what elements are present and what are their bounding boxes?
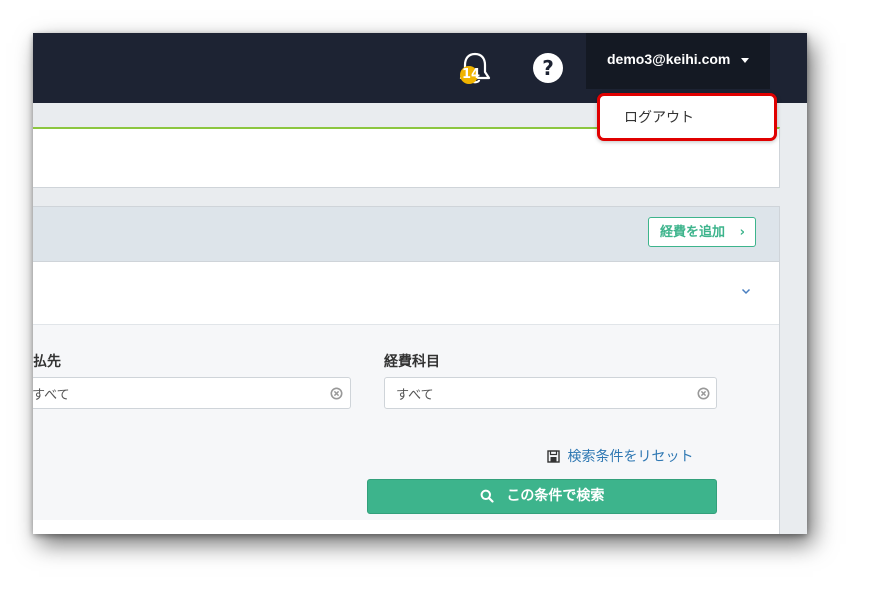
save-icon bbox=[547, 450, 560, 463]
search-icon bbox=[480, 489, 494, 503]
user-dropdown-menu: ログアウト bbox=[597, 93, 777, 141]
search-button-label: この条件で検索 bbox=[506, 488, 605, 504]
add-expense-button[interactable]: 経費を追加 › bbox=[648, 217, 756, 247]
expense-panel: 経費を追加 › 払先 すべて 経費科目 すべて 検索条件をリセット この条件で検… bbox=[33, 206, 780, 534]
question-icon: ? bbox=[542, 56, 554, 80]
caret-down-icon bbox=[741, 58, 749, 63]
chevron-right-icon: › bbox=[739, 225, 745, 240]
category-value: すべて bbox=[396, 388, 434, 403]
chevron-down-icon[interactable] bbox=[741, 286, 751, 296]
results-area bbox=[33, 520, 779, 534]
payee-value: すべて bbox=[33, 388, 70, 403]
category-label: 経費科目 bbox=[384, 354, 440, 370]
search-filters: 払先 すべて 経費科目 すべて 検索条件をリセット この条件で検索 bbox=[33, 325, 779, 521]
filter-toggle-row[interactable] bbox=[33, 262, 779, 325]
notification-count: 14 bbox=[462, 67, 481, 82]
expense-panel-header: 経費を追加 › bbox=[33, 207, 779, 262]
category-select[interactable]: すべて bbox=[384, 377, 717, 409]
notification-count-badge[interactable]: 14 bbox=[460, 66, 481, 84]
help-button[interactable]: ? bbox=[533, 53, 563, 83]
search-button[interactable]: この条件で検索 bbox=[367, 479, 717, 514]
payee-select[interactable]: すべて bbox=[33, 377, 351, 409]
user-email: demo3@keihi.com bbox=[607, 51, 731, 67]
payee-label: 払先 bbox=[33, 354, 61, 370]
clear-icon[interactable] bbox=[330, 387, 343, 400]
user-menu-toggle[interactable]: demo3@keihi.com bbox=[586, 33, 770, 89]
clear-icon[interactable] bbox=[697, 387, 710, 400]
reset-filters-label: 検索条件をリセット bbox=[567, 449, 694, 465]
reset-filters-link[interactable]: 検索条件をリセット bbox=[547, 446, 693, 466]
logout-menu-item[interactable]: ログアウト bbox=[624, 107, 694, 127]
add-expense-label: 経費を追加 bbox=[660, 225, 726, 240]
